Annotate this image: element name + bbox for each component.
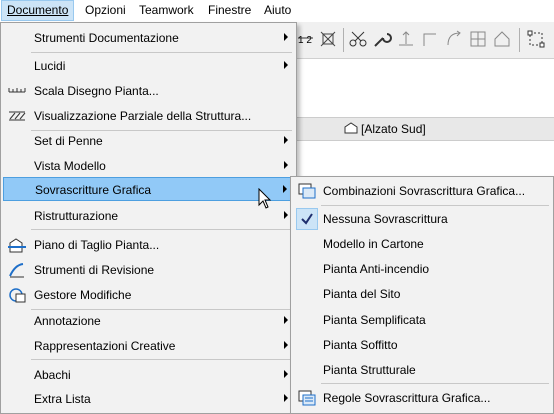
sovrascritture-submenu: Combinazioni Sovrascrittura Grafica... N… xyxy=(290,176,554,414)
menu-item-label: Gestore Modifiche xyxy=(34,288,132,302)
menu-item-label: Rappresentazioni Creative xyxy=(34,339,176,353)
svg-text:1 2: 1 2 xyxy=(298,35,312,46)
scale-icon xyxy=(7,82,27,100)
checkmark-icon xyxy=(296,208,318,230)
submenu-item-label: Combinazioni Sovrascrittura Grafica... xyxy=(323,184,526,198)
menu-item-set-di-penne[interactable]: Set di Penne xyxy=(3,129,294,153)
menu-item-label: Extra Lista xyxy=(34,392,91,406)
menu-finestre[interactable]: Finestre xyxy=(203,0,256,21)
documento-menu: Strumenti Documentazione Lucidi Scala Di… xyxy=(0,22,297,414)
menu-item-label: Lucidi xyxy=(34,59,66,73)
mouse-pointer-icon xyxy=(258,188,272,209)
menu-item-label: Ristrutturazione xyxy=(34,209,119,223)
change-manager-icon xyxy=(7,286,27,304)
corner-icon[interactable] xyxy=(419,28,441,50)
menu-item-label: Visualizzazione Parziale della Struttura… xyxy=(34,109,252,123)
menu-item-sovrascritture-grafica[interactable]: Sovrascritture Grafica xyxy=(3,177,294,201)
submenu-item-nessuna-sovrascrittura[interactable]: Nessuna Sovrascrittura xyxy=(293,207,551,231)
submenu-item-label: Nessuna Sovrascrittura xyxy=(323,212,448,226)
menu-item-label: Abachi xyxy=(34,368,71,382)
menu-item-label: Strumenti di Revisione xyxy=(34,263,155,277)
view-tab-label: [Alzato Sud] xyxy=(361,122,426,136)
menu-documento[interactable]: Documento xyxy=(1,0,75,21)
menu-opzioni[interactable]: Opzioni xyxy=(80,0,131,21)
submenu-arrow-icon xyxy=(284,136,288,144)
submenu-item-combinazioni[interactable]: Combinazioni Sovrascrittura Grafica... xyxy=(293,179,551,203)
submenu-arrow-icon xyxy=(284,211,288,219)
submenu-item-modello-in-cartone[interactable]: Modello in Cartone xyxy=(293,232,551,256)
menu-item-rappresentazioni-creative[interactable]: Rappresentazioni Creative xyxy=(3,334,294,358)
select-icon[interactable] xyxy=(525,28,547,50)
elevation-icon[interactable] xyxy=(395,28,417,50)
menu-item-label: Sovrascritture Grafica xyxy=(35,183,152,197)
menu-bar: Documento Opzioni Teamwork Finestre Aiut… xyxy=(0,0,554,23)
menu-item-label: Scala Disegno Pianta... xyxy=(34,84,159,98)
menu-item-label: Annotazione xyxy=(34,314,101,328)
menu-item-strumenti-di-revisione[interactable]: Strumenti di Revisione xyxy=(3,258,294,282)
scissors-icon[interactable] xyxy=(347,28,369,50)
submenu-item-pianta-anti-incendio[interactable]: Pianta Anti-incendio xyxy=(293,257,551,281)
snap-icon[interactable] xyxy=(317,28,339,50)
submenu-item-label: Pianta del Sito xyxy=(323,287,401,301)
submenu-item-label: Regole Sovrascrittura Grafica... xyxy=(323,391,491,405)
submenu-arrow-icon xyxy=(284,316,288,324)
combination-icon xyxy=(297,182,317,200)
menu-aiuto[interactable]: Aiuto xyxy=(259,0,296,21)
submenu-arrow-icon xyxy=(284,394,288,402)
menu-item-label: Strumenti Documentazione xyxy=(34,31,179,45)
submenu-item-pianta-semplificata[interactable]: Pianta Semplificata xyxy=(293,308,551,332)
menu-item-label: Piano di Taglio Pianta... xyxy=(34,238,160,252)
menu-item-abachi[interactable]: Abachi xyxy=(3,363,294,387)
menu-item-visualizzazione-parziale[interactable]: Visualizzazione Parziale della Struttura… xyxy=(3,104,294,128)
menu-item-piano-di-taglio[interactable]: Piano di Taglio Pianta... xyxy=(3,233,294,257)
submenu-arrow-icon xyxy=(284,341,288,349)
menu-item-label: Vista Modello xyxy=(34,159,106,173)
submenu-arrow-icon xyxy=(284,33,288,41)
submenu-item-label: Pianta Anti-incendio xyxy=(323,262,430,276)
submenu-arrow-icon xyxy=(284,161,288,169)
menu-aiuto-label: Aiuto xyxy=(264,3,292,17)
arc-icon[interactable] xyxy=(443,28,465,50)
submenu-item-pianta-strutturale[interactable]: Pianta Strutturale xyxy=(293,358,551,382)
wrench-icon[interactable] xyxy=(371,28,393,50)
menu-opzioni-label: Opzioni xyxy=(85,3,126,17)
grid-icon[interactable] xyxy=(467,28,489,50)
submenu-item-label: Pianta Strutturale xyxy=(323,363,416,377)
elevation-view-icon xyxy=(344,122,358,134)
menu-item-strumenti-documentazione[interactable]: Strumenti Documentazione xyxy=(3,26,294,50)
submenu-item-regole-sovrascrittura[interactable]: Regole Sovrascrittura Grafica... xyxy=(293,386,551,410)
cut-plane-icon xyxy=(7,236,27,254)
house-icon[interactable] xyxy=(491,28,513,50)
submenu-arrow-icon xyxy=(284,370,288,378)
hatch-icon xyxy=(7,107,27,125)
view-tab[interactable]: [Alzato Sud] xyxy=(293,117,554,141)
rules-icon xyxy=(297,389,317,407)
menu-item-ristrutturazione[interactable]: Ristrutturazione xyxy=(3,204,294,228)
menu-item-lucidi[interactable]: Lucidi xyxy=(3,54,294,78)
menu-teamwork[interactable]: Teamwork xyxy=(134,0,199,21)
submenu-arrow-icon xyxy=(283,185,287,193)
menu-item-extra-lista[interactable]: Extra Lista xyxy=(3,387,294,411)
submenu-item-pianta-del-sito[interactable]: Pianta del Sito xyxy=(293,282,551,306)
submenu-item-pianta-soffitto[interactable]: Pianta Soffitto xyxy=(293,333,551,357)
scale-12-icon[interactable]: 1 2 xyxy=(295,28,317,50)
submenu-arrow-icon xyxy=(284,61,288,69)
menu-finestre-label: Finestre xyxy=(208,3,252,17)
toolbar: 1 2 xyxy=(293,22,554,59)
menu-item-annotazione[interactable]: Annotazione xyxy=(3,309,294,333)
submenu-item-label: Pianta Semplificata xyxy=(323,313,426,327)
menu-item-gestore-modifiche[interactable]: Gestore Modifiche xyxy=(3,283,294,307)
submenu-item-label: Modello in Cartone xyxy=(323,237,424,251)
menu-teamwork-label: Teamwork xyxy=(139,3,194,17)
menu-item-label: Set di Penne xyxy=(34,134,103,148)
menu-documento-label: Documento xyxy=(7,3,69,17)
menu-item-vista-modello[interactable]: Vista Modello xyxy=(3,154,294,178)
menu-item-scala-disegno[interactable]: Scala Disegno Pianta... xyxy=(3,79,294,103)
submenu-item-label: Pianta Soffitto xyxy=(323,338,398,352)
revision-icon xyxy=(7,261,27,279)
